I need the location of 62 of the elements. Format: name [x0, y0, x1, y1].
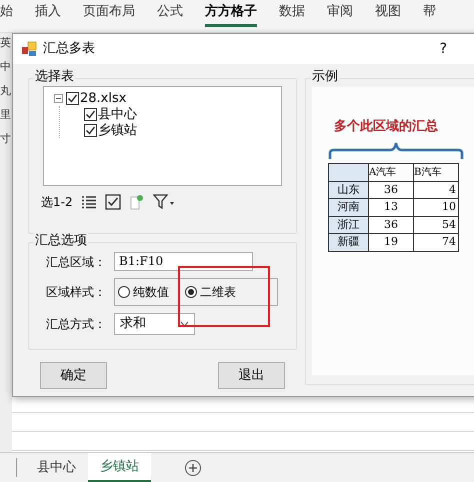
dialog-button[interactable]: 退出	[218, 362, 285, 389]
radio-button[interactable]	[185, 286, 197, 298]
radio-button[interactable]	[118, 286, 130, 298]
radio-label: 二维表	[200, 284, 236, 301]
table-row-header: 新疆	[328, 234, 368, 251]
sheet-cell-text: 寸	[0, 131, 12, 147]
dialog-button[interactable]: 确定	[40, 362, 107, 389]
tree-item[interactable]: 乡镇站	[98, 124, 137, 136]
collapse-icon[interactable]	[54, 94, 63, 102]
sheet-cell-text: 英	[0, 35, 12, 51]
checkbox[interactable]	[84, 108, 97, 120]
sheet-cell-text: 丸	[0, 83, 12, 99]
selection-count: 选1-2	[41, 194, 73, 211]
table-cell: 36	[368, 181, 414, 198]
ribbon-tab[interactable]: 页面布局	[83, 3, 135, 27]
table-cell: 19	[368, 234, 414, 251]
chevron-down-icon	[180, 321, 189, 327]
table-cell: 4	[414, 181, 458, 198]
table-cell: 54	[414, 216, 458, 234]
sheet-tab[interactable]: 乡镇站	[88, 453, 151, 482]
checkbox[interactable]	[66, 92, 79, 104]
example-caption: 多个此区域的汇总	[334, 118, 439, 136]
filter-icon[interactable]	[152, 194, 175, 210]
ribbon-tab[interactable]: 插入	[35, 3, 61, 27]
check-all-icon[interactable]	[104, 194, 121, 210]
tree-item[interactable]: 28.xlsx	[80, 92, 126, 104]
table-cell: 10	[414, 198, 458, 216]
tree-item[interactable]: 县中心	[98, 108, 137, 120]
group-title: 示例	[311, 69, 339, 85]
window-title: 汇总多表	[43, 40, 95, 58]
ribbon-tab[interactable]: 数据	[279, 3, 305, 27]
table-cell: 36	[368, 216, 414, 234]
ribbon-tab[interactable]: 始	[0, 3, 13, 27]
add-sheet-icon[interactable]	[185, 460, 201, 476]
help-button[interactable]: ?	[440, 38, 447, 60]
sheet-tab[interactable]: 县中心	[25, 453, 88, 482]
checkbox[interactable]	[84, 124, 97, 136]
table-header: B汽车	[414, 163, 458, 181]
list-icon[interactable]	[80, 195, 97, 209]
field-label: 汇总方式：	[46, 316, 107, 333]
ribbon-tab[interactable]: 审阅	[327, 3, 353, 27]
sheet-cell-text: 中	[0, 59, 12, 75]
table-header: A汽车	[368, 163, 414, 181]
field-label: 区域样式：	[46, 284, 107, 301]
ribbon-tab[interactable]: 方方格子	[205, 3, 257, 27]
table-cell: 13	[368, 198, 414, 216]
ribbon-tab[interactable]: 公式	[157, 3, 183, 27]
app-icon	[21, 41, 37, 57]
radio-label: 纯数值	[133, 284, 169, 301]
sheet-cell-text: 里	[0, 107, 12, 123]
new-file-icon[interactable]	[128, 194, 145, 210]
table-row-header: 山东	[328, 181, 368, 198]
group-title: 选择表	[34, 69, 75, 85]
group-title: 汇总选项	[34, 233, 88, 249]
table-row-header: 河南	[328, 198, 368, 216]
field-label: 汇总区域：	[46, 254, 107, 270]
table-row-header: 浙江	[328, 216, 368, 234]
range-field[interactable]: B1:F10	[114, 252, 253, 271]
table-cell: 74	[414, 234, 458, 251]
method-dropdown[interactable]: 求和	[114, 313, 195, 335]
ribbon-tab[interactable]: 帮	[423, 3, 436, 27]
ribbon-tab[interactable]: 视图	[375, 3, 401, 27]
